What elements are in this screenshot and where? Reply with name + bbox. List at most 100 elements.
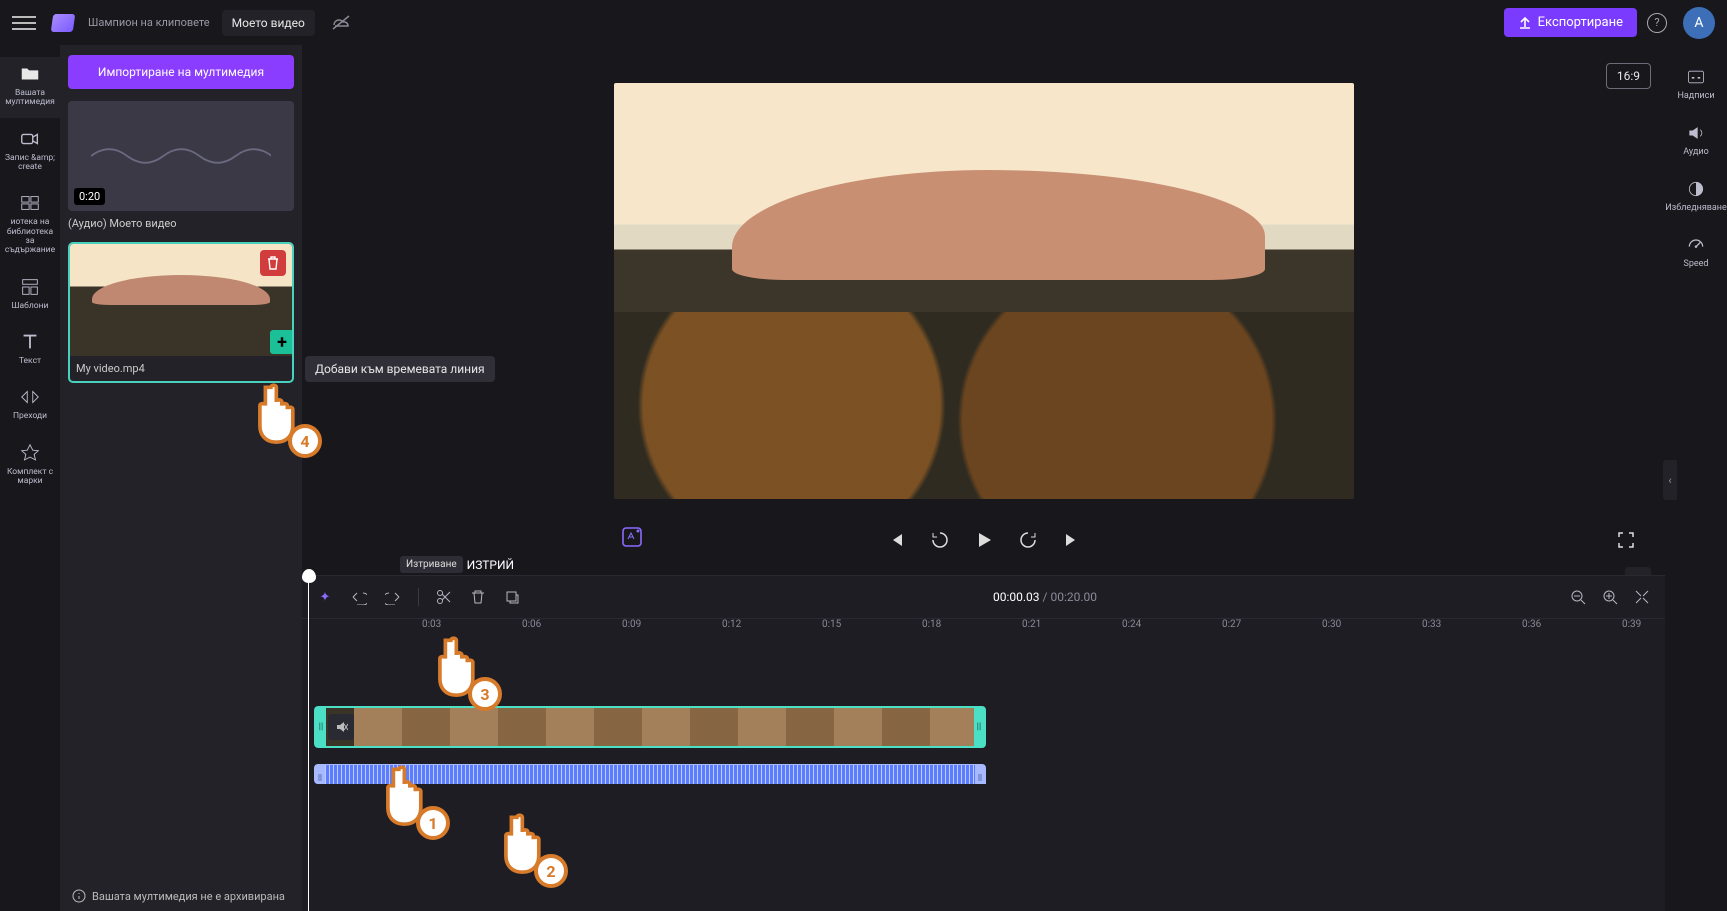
- clip-handle-right[interactable]: ||: [974, 708, 984, 746]
- fullscreen-button[interactable]: [1615, 529, 1637, 551]
- brand-kit-icon: [19, 442, 41, 464]
- nav-record-create[interactable]: Запис &amp; create: [0, 122, 60, 183]
- ruler-tick: 0:30: [1322, 619, 1341, 630]
- forward-10-button[interactable]: [1017, 529, 1039, 551]
- clip-handle-left[interactable]: ||: [316, 708, 326, 746]
- ruler-tick: 0:24: [1122, 619, 1141, 630]
- nav-label: Запис &amp; create: [5, 154, 55, 173]
- duration-badge: 0:20: [74, 188, 105, 205]
- help-icon[interactable]: ?: [1647, 13, 1667, 33]
- nav-label: Комплект с марки: [2, 468, 58, 487]
- hamburger-menu-icon[interactable]: [12, 11, 36, 35]
- audio-thumbnail: 0:20: [68, 101, 294, 211]
- rr-label: Надписи: [1677, 91, 1714, 101]
- nav-your-media[interactable]: Вашата мултимедия: [0, 57, 60, 118]
- rr-fade[interactable]: Избледняване: [1665, 171, 1727, 221]
- rewind-10-button[interactable]: [929, 529, 951, 551]
- import-media-button[interactable]: Импортиране на мултимедия: [68, 55, 294, 89]
- right-properties-rail: Надписи Аудио Избледняване Speed ‹: [1665, 45, 1727, 911]
- export-button[interactable]: Експортиране: [1504, 8, 1637, 37]
- duplicate-button[interactable]: [503, 588, 521, 606]
- clipchamp-logo-icon: [51, 14, 76, 32]
- playback-controls: [302, 529, 1665, 551]
- magic-tools-button[interactable]: ✦: [316, 588, 334, 606]
- add-to-timeline-tooltip: Добави към времевата линия: [305, 356, 495, 382]
- skip-back-button[interactable]: [885, 529, 907, 551]
- rr-audio[interactable]: Аудио: [1665, 115, 1727, 165]
- text-icon: [19, 331, 41, 353]
- left-nav: Вашата мултимедия Запис &amp; create иот…: [0, 45, 60, 911]
- delete-tooltip-main: ИЗТРИЙ: [467, 558, 514, 572]
- delete-tooltip-tag: Изтриване: [400, 556, 463, 573]
- user-avatar[interactable]: A: [1683, 7, 1715, 39]
- redo-button[interactable]: [384, 588, 402, 606]
- app-subtitle: Шампион на клиповете: [88, 16, 210, 29]
- delete-button[interactable]: [469, 588, 487, 606]
- nav-label: Преходи: [13, 412, 47, 421]
- ruler-tick: 0:06: [522, 619, 541, 630]
- playhead-handle[interactable]: [302, 569, 316, 583]
- timeline-area: ✦ 00:00.03 / 00:20.00: [302, 575, 1665, 911]
- video-thumbnail: +: [70, 244, 292, 356]
- zoom-out-button[interactable]: [1569, 588, 1587, 606]
- aspect-ratio-button[interactable]: 16:9: [1606, 63, 1651, 89]
- zoom-in-button[interactable]: [1601, 588, 1619, 606]
- nav-transitions[interactable]: Преходи: [0, 380, 60, 431]
- right-rail-collapse-button[interactable]: ‹: [1663, 460, 1677, 500]
- play-button[interactable]: [973, 529, 995, 551]
- timeline-tools-left: ✦: [316, 588, 521, 606]
- media-audio-item[interactable]: 0:20 (Аудио) Моето видео: [68, 101, 294, 230]
- nav-content-library[interactable]: иотека на библиотека за съдържание: [0, 186, 60, 265]
- delete-media-button[interactable]: [260, 250, 286, 276]
- nav-templates[interactable]: Шаблони: [0, 270, 60, 321]
- archive-warning-text: Вашата мултимедия не е архивирана: [92, 890, 285, 903]
- upload-icon: [1518, 16, 1532, 30]
- video-track[interactable]: || ||: [314, 706, 1651, 748]
- skip-forward-button[interactable]: [1061, 529, 1083, 551]
- current-time: 00:00.03: [993, 590, 1040, 604]
- timeline-ruler[interactable]: 0:030:060:090:120:150:180:210:240:270:30…: [302, 618, 1665, 644]
- audio-clip[interactable]: || ||: [314, 764, 986, 784]
- rr-label: Избледняване: [1665, 203, 1727, 213]
- preview-image: [732, 170, 1265, 280]
- project-name-field[interactable]: Моето видео: [222, 10, 315, 36]
- ruler-tick: 0:21: [1022, 619, 1041, 630]
- nav-label: Текст: [19, 357, 41, 366]
- media-panel: Импортиране на мултимедия 0:20 (Аудио) М…: [60, 45, 302, 911]
- add-to-timeline-button[interactable]: +: [270, 330, 292, 354]
- speaker-icon: [1686, 123, 1706, 143]
- ruler-tick: 0:27: [1222, 619, 1241, 630]
- split-button[interactable]: [435, 588, 453, 606]
- delete-tooltip: Изтриване ИЗТРИЙ: [400, 556, 514, 573]
- topbar-left: Шампион на клиповете Моето видео: [12, 10, 351, 36]
- video-clip[interactable]: || ||: [314, 706, 986, 748]
- clip-mute-button[interactable]: [328, 714, 354, 740]
- fit-timeline-button[interactable]: [1633, 588, 1651, 606]
- video-preview: [614, 83, 1354, 499]
- library-icon: [19, 192, 41, 214]
- audio-track[interactable]: || ||: [314, 758, 1651, 784]
- clip-handle-left[interactable]: ||: [315, 765, 325, 784]
- ruler-tick: 0:18: [922, 619, 941, 630]
- rr-speed[interactable]: Speed: [1665, 227, 1727, 277]
- nav-brand-kit[interactable]: Комплект с марки: [0, 436, 60, 497]
- templates-icon: [19, 276, 41, 298]
- fade-icon: [1686, 179, 1706, 199]
- audio-waveform: [325, 765, 975, 784]
- captions-icon: [1686, 67, 1706, 87]
- ruler-tick: 0:15: [822, 619, 841, 630]
- nav-text[interactable]: Текст: [0, 325, 60, 376]
- media-video-item[interactable]: + My video.mp4: [68, 242, 294, 383]
- ruler-tick: 0:39: [1622, 619, 1641, 630]
- timeline-tools-right: [1569, 588, 1651, 606]
- nav-label: Шаблони: [12, 302, 49, 311]
- cloud-off-icon: [331, 14, 351, 32]
- ruler-tick: 0:36: [1522, 619, 1541, 630]
- playhead[interactable]: [308, 576, 309, 911]
- speed-icon: [1686, 235, 1706, 255]
- archive-warning: Вашата мултимедия не е архивирана: [68, 881, 294, 911]
- ruler-tick: 0:09: [622, 619, 641, 630]
- clip-handle-right[interactable]: ||: [975, 765, 985, 784]
- rr-captions[interactable]: Надписи: [1665, 59, 1727, 109]
- undo-button[interactable]: [350, 588, 368, 606]
